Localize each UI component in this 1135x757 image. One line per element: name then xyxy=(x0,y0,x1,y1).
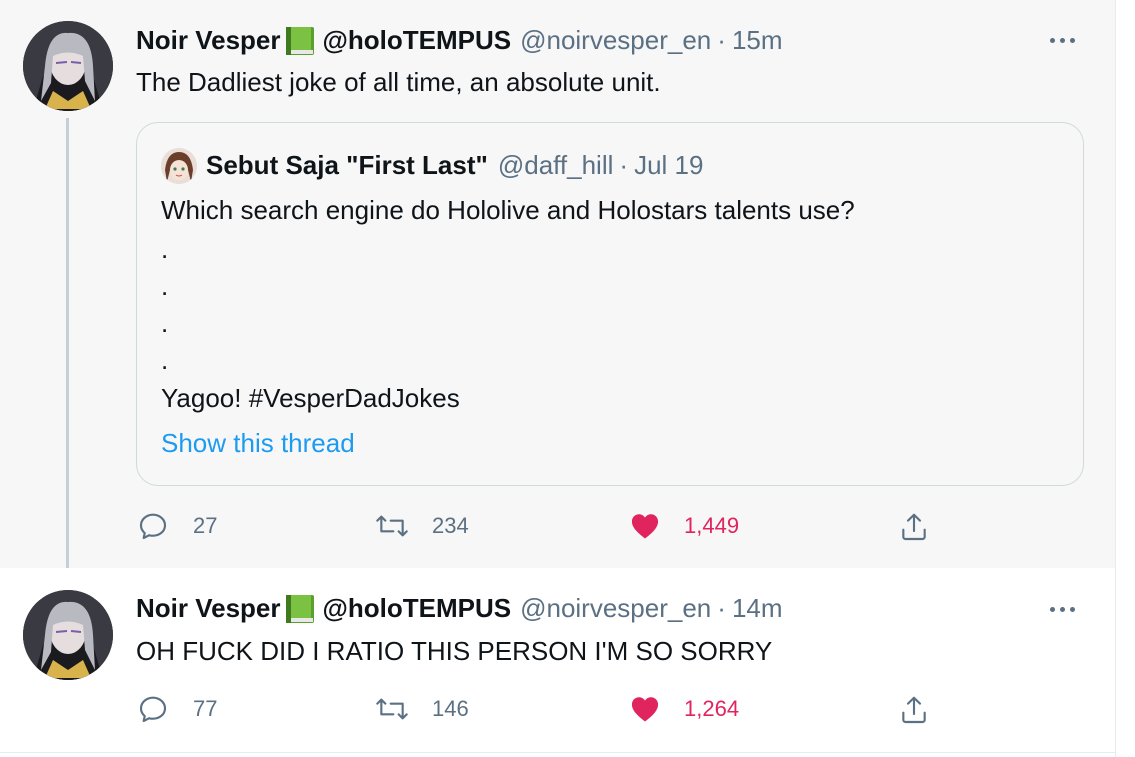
retweet-icon xyxy=(374,510,410,542)
quoted-text-line: . xyxy=(161,234,169,264)
avatar[interactable] xyxy=(23,21,113,111)
separator: · xyxy=(717,25,726,55)
more-icon[interactable] xyxy=(1050,604,1084,614)
tweet-text: OH FUCK DID I RATIO THIS PERSON I'M SO S… xyxy=(136,636,773,666)
like-count: 1,264 xyxy=(684,696,740,721)
secondary-name[interactable]: @holoTEMPUS xyxy=(323,593,512,624)
quoted-avatar xyxy=(161,148,197,184)
quoted-tweet[interactable]: Sebut Saja "First Last" @daff_hill · Jul… xyxy=(136,122,1084,486)
reply-count: 27 xyxy=(193,513,218,538)
user-handle[interactable]: @noirvesper_en xyxy=(520,25,711,56)
reply-button[interactable]: 27 xyxy=(137,510,217,542)
show-thread-link[interactable]: Show this thread xyxy=(161,428,355,459)
timeline: Noir Vesper @holoTEMPUS @noirvesper_en ·… xyxy=(0,0,1135,757)
reply-icon xyxy=(137,510,169,542)
quoted-display-name: Sebut Saja "First Last" xyxy=(206,150,488,180)
tweet-focused[interactable]: Noir Vesper @holoTEMPUS @noirvesper_en ·… xyxy=(0,0,1115,568)
quoted-header: Sebut Saja "First Last" @daff_hill · Jul… xyxy=(206,150,703,181)
quoted-text-line: Yagoo! #VesperDadJokes xyxy=(161,383,460,413)
like-button[interactable]: 1,449 xyxy=(628,510,739,542)
thread-connector xyxy=(66,118,69,580)
reply-icon xyxy=(137,693,169,725)
quoted-handle: @daff_hill xyxy=(497,150,614,180)
quoted-date: Jul 19 xyxy=(634,150,704,180)
like-count: 1,449 xyxy=(684,513,740,538)
secondary-name[interactable]: @holoTEMPUS xyxy=(323,25,512,56)
avatar[interactable] xyxy=(23,590,113,680)
column-border xyxy=(1115,0,1116,757)
retweet-button[interactable]: 146 xyxy=(374,693,469,725)
share-button[interactable] xyxy=(898,693,930,727)
tweet-text: The Dadliest joke of all time, an absolu… xyxy=(136,67,661,97)
green-book-icon xyxy=(283,26,317,56)
timestamp[interactable]: 14m xyxy=(732,593,783,624)
display-name[interactable]: Noir Vesper xyxy=(136,593,281,624)
tweet-header: Noir Vesper @holoTEMPUS @noirvesper_en ·… xyxy=(136,25,783,56)
quoted-text-line: Which search engine do Hololive and Holo… xyxy=(161,195,855,225)
heart-icon xyxy=(628,693,662,725)
green-book-icon xyxy=(283,594,317,624)
like-button[interactable]: 1,264 xyxy=(628,693,739,725)
more-icon[interactable] xyxy=(1050,35,1084,45)
quoted-text-line: . xyxy=(161,345,169,375)
heart-icon xyxy=(628,510,662,542)
share-icon xyxy=(898,693,930,727)
timestamp[interactable]: 15m xyxy=(732,25,783,56)
user-handle[interactable]: @noirvesper_en xyxy=(520,593,711,624)
reply-count: 77 xyxy=(193,696,218,721)
separator: · xyxy=(717,593,726,623)
retweet-icon xyxy=(374,693,410,725)
quoted-text-line: . xyxy=(161,308,169,338)
retweet-button[interactable]: 234 xyxy=(374,510,469,542)
reply-button[interactable]: 77 xyxy=(137,693,217,725)
share-button[interactable] xyxy=(898,510,930,544)
display-name[interactable]: Noir Vesper xyxy=(136,25,281,56)
separator: · xyxy=(619,150,629,180)
retweet-count: 234 xyxy=(432,513,469,538)
tweet-reply[interactable]: Noir Vesper @holoTEMPUS @noirvesper_en ·… xyxy=(0,568,1115,753)
quoted-text-line: . xyxy=(161,271,169,301)
tweet-header: Noir Vesper @holoTEMPUS @noirvesper_en ·… xyxy=(136,593,783,624)
share-icon xyxy=(898,510,930,544)
retweet-count: 146 xyxy=(432,696,469,721)
